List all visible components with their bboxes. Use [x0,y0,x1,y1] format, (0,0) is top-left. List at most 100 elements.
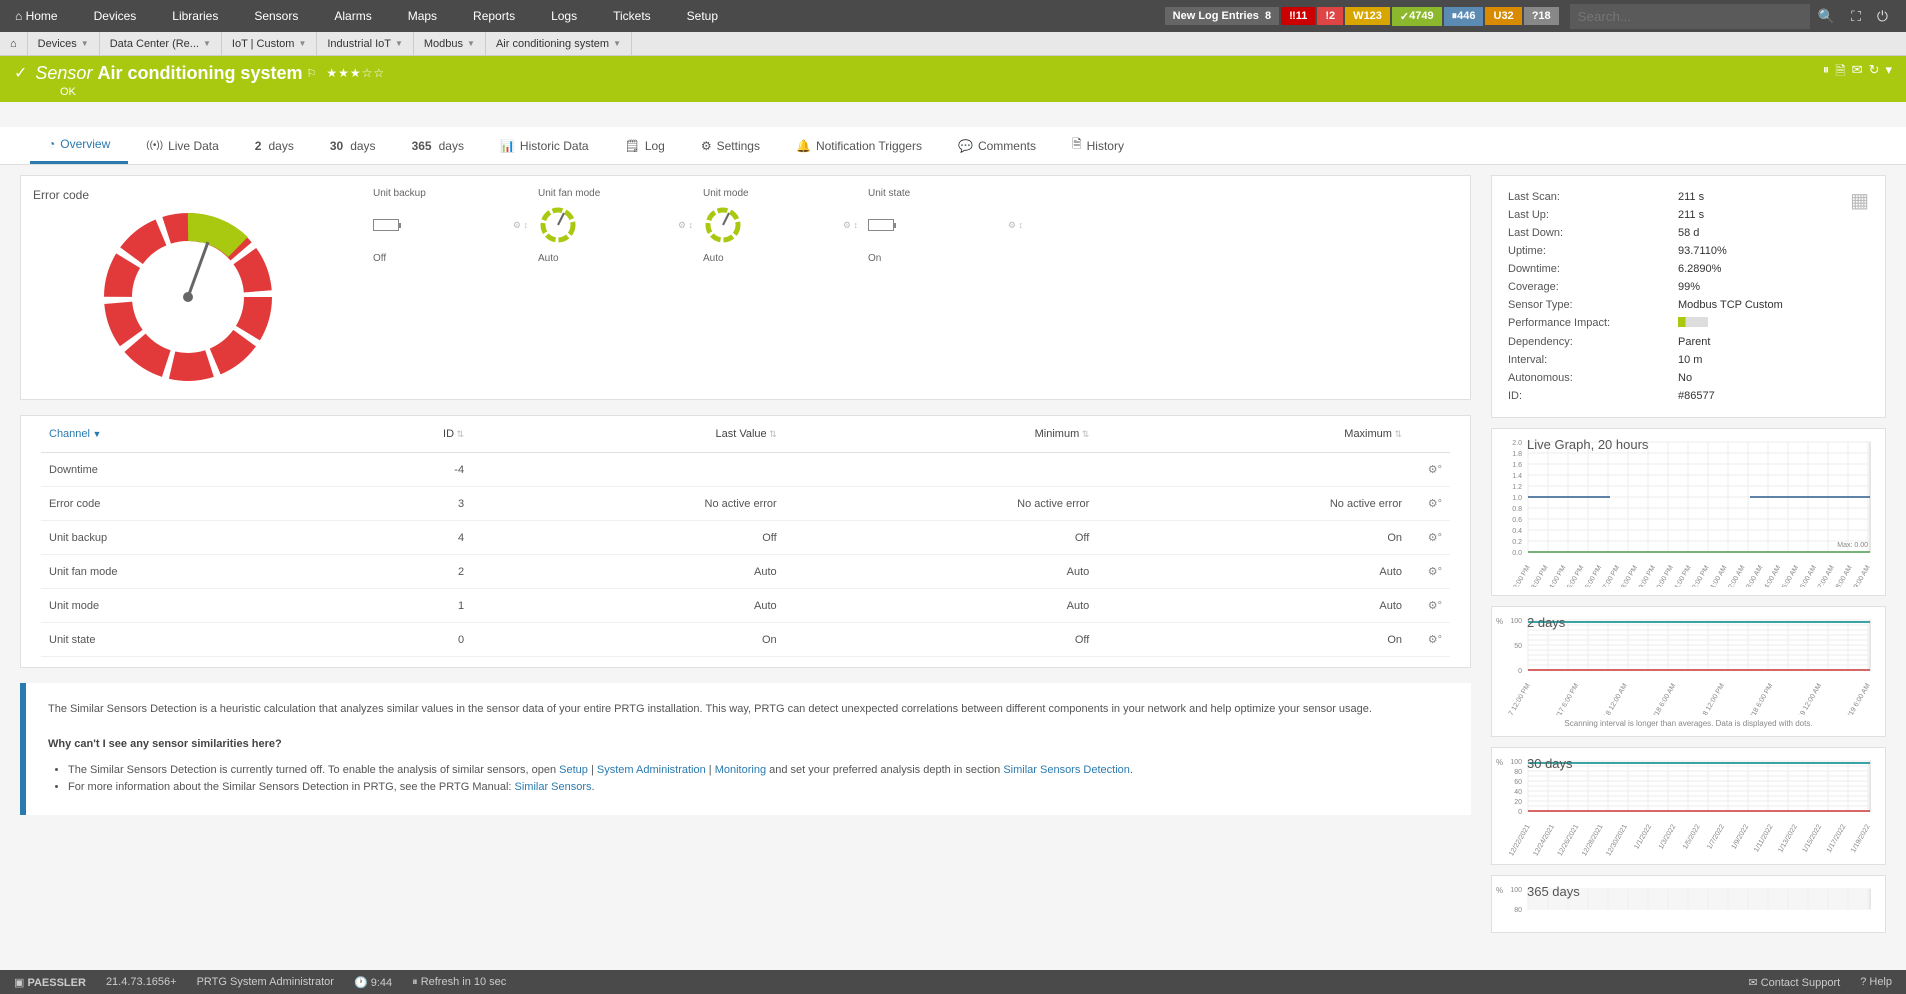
footer-contact[interactable]: ✉ Contact Support [1748,976,1840,989]
power-icon[interactable]: ⏻ [1869,8,1896,25]
tab-overview[interactable]: ◔Overview [30,127,128,164]
badge-paused[interactable]: ⏸ 446 [1444,7,1484,26]
row-settings-icon[interactable]: ⚙° [1428,600,1442,612]
gauges-card: Error code No active error ⚙ ↕ Unit back… [20,175,1471,400]
svg-text:0.8: 0.8 [1512,506,1522,513]
badge-new-log[interactable]: New Log Entries 8 [1165,7,1279,25]
row-settings-icon[interactable]: ⚙° [1428,532,1442,544]
table-row: Unit backup 4 Off Off On ⚙° [41,521,1450,555]
tab-historic-data[interactable]: 📊Historic Data [482,127,607,164]
badge-unusual[interactable]: U 32 [1485,7,1521,25]
footer-help[interactable]: ? Help [1860,976,1892,988]
tab-2-days[interactable]: 2days [237,127,312,164]
col-id[interactable]: ID [341,416,472,453]
row-settings-icon[interactable]: ⚙° [1428,464,1442,476]
copy-icon[interactable]: 🗎 [1835,62,1845,84]
badge-ok[interactable]: ✓ 4749 [1392,7,1442,26]
tab-comments[interactable]: 💬Comments [940,127,1054,164]
battery-icon [373,219,399,231]
row-settings-icon[interactable]: ⚙° [1428,498,1442,510]
svg-text:1/19 6:00 AM: 1/19 6:00 AM [1845,682,1872,715]
qr-icon[interactable]: ▦ [1850,188,1869,213]
col-maximum[interactable]: Maximum [1097,416,1410,453]
svg-text:8:00 PM: 8:00 PM [1620,564,1639,587]
link-setup[interactable]: Setup [559,764,588,776]
search-input[interactable] [1570,4,1810,29]
chart-svg: 10080604020012/22/202112/24/202112/26/20… [1500,756,1875,856]
nav-reports[interactable]: Reports [455,0,533,32]
row-settings-icon[interactable]: ⚙° [1428,566,1442,578]
nav-tickets[interactable]: Tickets [595,0,669,32]
tab-365-days[interactable]: 365days [394,127,482,164]
chart-svg: Max: 0.002.01.81.61.41.21.00.80.60.40.20… [1500,437,1875,587]
menu-caret-icon[interactable]: ▾ [1885,62,1892,84]
badge-warning[interactable]: W 123 [1345,7,1390,25]
info-key: Last Scan: [1508,191,1678,203]
footer-version: 21.4.73.1656+ [106,976,177,988]
info-row: Last Up:211 s [1508,206,1850,224]
info-key: Downtime: [1508,263,1678,275]
svg-text:1/15/2022: 1/15/2022 [1802,823,1824,854]
nav-sensors[interactable]: Sensors [236,0,316,32]
tab-settings[interactable]: ⚙Settings [683,127,778,164]
nav-alarms[interactable]: Alarms [316,0,389,32]
breadcrumb-datacenter[interactable]: Data Center (Re...▼ [100,32,222,56]
col-last-value[interactable]: Last Value [472,416,785,453]
mini-gauge-gear-icon[interactable]: ⚙ ↕ [513,220,528,231]
priority-stars[interactable]: ★★★☆☆ [326,66,385,80]
breadcrumb-modbus[interactable]: Modbus▼ [414,32,486,56]
svg-text:12/28/2021: 12/28/2021 [1581,823,1605,856]
col-minimum[interactable]: Minimum [785,416,1098,453]
svg-text:1/11/2022: 1/11/2022 [1753,823,1774,853]
sensor-header: ✓ Sensor Air conditioning system ⚐ ★★★☆☆… [0,56,1906,102]
link-ssd[interactable]: Similar Sensors Detection [1003,764,1130,776]
svg-text:1.6: 1.6 [1512,462,1522,469]
svg-text:1/17 12:00 PM: 1/17 12:00 PM [1503,682,1532,715]
nav-devices[interactable]: Devices [76,0,155,32]
mini-gauge-gear-icon[interactable]: ⚙ ↕ [843,220,858,231]
breadcrumb-industrial[interactable]: Industrial IoT▼ [317,32,414,56]
breadcrumb-home[interactable]: ⌂ [0,32,28,56]
tab-live-data[interactable]: ((•))Live Data [128,127,237,164]
badge-error[interactable]: ! 2 [1317,7,1343,25]
breadcrumb-devices[interactable]: Devices▼ [28,32,100,56]
footer-refresh[interactable]: ⏸ Refresh in 10 sec [412,976,506,989]
mini-chart-1[interactable]: % 2 days 1005001/17 12:00 PM1/17 6:00 PM… [1491,606,1886,737]
tab-30-days[interactable]: 30days [312,127,394,164]
refresh-icon[interactable]: ↻ [1869,62,1880,84]
link-sysadmin[interactable]: System Administration [597,764,706,776]
cell-channel: Unit fan mode [41,555,341,589]
tab-notification-triggers[interactable]: 🔔Notification Triggers [778,127,940,164]
mini-gauge-gear-icon[interactable]: ⚙ ↕ [678,220,693,231]
mini-gauge-gear-icon[interactable]: ⚙ ↕ [1008,220,1023,231]
svg-text:1/18 12:00 PM: 1/18 12:00 PM [1697,682,1726,715]
pause-icon[interactable]: ⏸ [1823,62,1830,84]
link-monitoring[interactable]: Monitoring [715,764,766,776]
mail-icon[interactable]: ✉ [1852,62,1863,84]
mini-chart-2[interactable]: % 30 days 10080604020012/22/202112/24/20… [1491,747,1886,865]
info-question: Why can't I see any sensor similarities … [48,738,282,750]
breadcrumb-sensor[interactable]: Air conditioning system▼ [486,32,632,56]
breadcrumb-iot[interactable]: IoT | Custom▼ [222,32,317,56]
col-channel[interactable]: Channel [41,416,341,453]
nav-setup[interactable]: Setup [669,0,736,32]
row-settings-icon[interactable]: ⚙° [1428,634,1442,646]
tab-history[interactable]: 🗎History [1054,127,1142,164]
badge-fatal[interactable]: ‼ 11 [1281,7,1315,25]
mini-gauge-value: Auto [538,253,693,264]
nav-maps[interactable]: Maps [390,0,455,32]
cell-channel: Unit state [41,623,341,657]
tab-log[interactable]: 🗒Log [607,127,683,164]
mini-chart-0[interactable]: Live Graph, 20 hours Max: 0.002.01.81.61… [1491,428,1886,596]
nav-home[interactable]: ⌂ Home [10,0,76,32]
mini-chart-3[interactable]: % 365 days 10080 [1491,875,1886,933]
link-manual[interactable]: Similar Sensors [515,781,592,793]
badge-unknown[interactable]: ? 18 [1524,7,1559,25]
search-icon[interactable]: 🔍 [1810,8,1843,25]
nav-logs[interactable]: Logs [533,0,595,32]
footer-brand[interactable]: ▣ PAESSLER [14,976,86,989]
historic-icon: 📊 [500,139,515,153]
fullscreen-icon[interactable]: ⛶ [1843,8,1869,25]
svg-text:3:00 AM: 3:00 AM [1745,564,1764,587]
nav-libraries[interactable]: Libraries [154,0,236,32]
